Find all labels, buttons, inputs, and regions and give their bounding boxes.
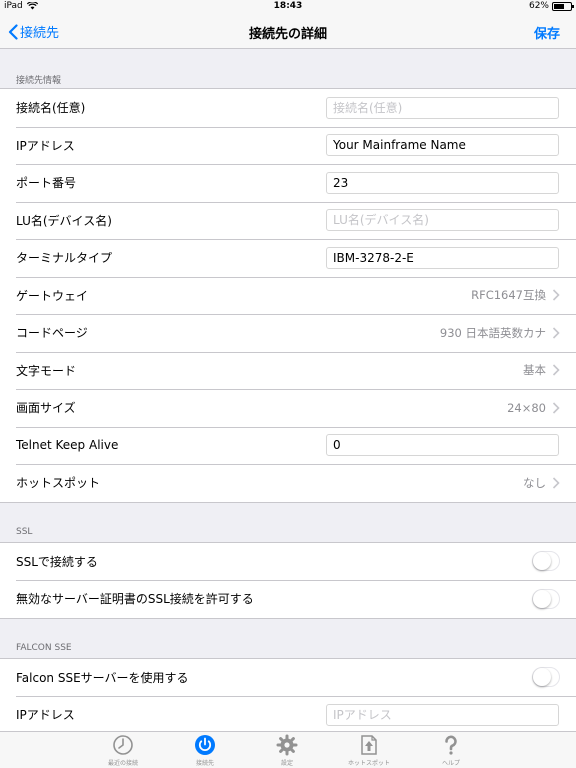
tab-help[interactable]: ヘルプ	[421, 734, 481, 767]
tab-label: ヘルプ	[441, 760, 460, 767]
gear-icon	[276, 734, 298, 756]
gateway-value: RFC1647互換	[471, 288, 546, 303]
battery-fill	[554, 3, 564, 9]
connection-name-input[interactable]	[326, 96, 559, 119]
chevron-right-icon	[552, 364, 560, 376]
row-label: ホットスポット	[16, 476, 101, 491]
row-gateway[interactable]: ゲートウェイ RFC1647互換	[0, 276, 576, 315]
tab-label: ホットスポット	[347, 760, 390, 767]
toggle-knob	[533, 668, 551, 687]
row-char-mode[interactable]: 文字モード 基本	[0, 351, 576, 390]
ip-address-input[interactable]	[326, 134, 559, 157]
row-label: ゲートウェイ	[16, 288, 89, 303]
row-label: コードページ	[16, 326, 88, 341]
tab-hotspot[interactable]: ホットスポット	[339, 734, 399, 767]
row-code-page[interactable]: コードページ 930 日本語英数カナ	[0, 314, 576, 352]
tab-label: 接続先	[195, 760, 214, 767]
code-page-value: 930 日本語英数カナ	[439, 325, 546, 340]
row-label: Falcon SSEサーバーを使用する	[16, 670, 189, 685]
battery-icon	[552, 1, 574, 11]
tab-bar: 最近の接続 接続先 設定 ホットスポット ヘルプ	[0, 731, 576, 768]
lu-name-input[interactable]	[326, 209, 559, 232]
clock-icon	[113, 735, 133, 755]
group-ssl: SSLで接続する 無効なサーバー証明書のSSL接続を許可する	[0, 541, 576, 619]
port-input[interactable]	[326, 171, 559, 194]
row-keep-alive: Telnet Keep Alive	[0, 426, 576, 465]
status-time: 18:43	[273, 1, 303, 11]
char-mode-value: 基本	[523, 363, 546, 378]
page-title: 接続先の詳細	[248, 27, 327, 42]
falcon-ip-input[interactable]	[326, 703, 559, 726]
section-header-info: 接続先情報	[16, 76, 62, 86]
row-connection-name: 接続名(任意)	[0, 89, 576, 127]
row-lu-name: LU名(デバイス名)	[0, 201, 576, 240]
row-port: ポート番号	[0, 164, 576, 202]
group-falcon: Falcon SSEサーバーを使用する IPアドレス	[0, 657, 576, 731]
hotspot-value: なし	[523, 475, 546, 490]
tab-settings[interactable]: 設定	[257, 734, 317, 767]
row-ssl-invalid-cert: 無効なサーバー証明書のSSL接続を許可する	[0, 580, 576, 618]
screen-size-value: 24×80	[507, 400, 546, 415]
row-hotspot[interactable]: ホットスポット なし	[0, 464, 576, 502]
tab-connections[interactable]: 接続先	[175, 734, 235, 767]
tab-label: 最近の接続	[107, 760, 138, 767]
row-ip-address: IPアドレス	[0, 126, 576, 165]
battery-percent: 62%	[528, 1, 549, 11]
status-right: 62%	[528, 1, 574, 11]
row-label: 無効なサーバー証明書のSSL接続を許可する	[16, 592, 254, 607]
hotspot-icon	[361, 735, 377, 755]
help-icon	[445, 735, 457, 755]
keep-alive-input[interactable]	[326, 434, 559, 457]
settings-list[interactable]: 接続先情報 接続名(任意) IPアドレス ポート番号 LU名(デバイス名) ター…	[0, 49, 576, 731]
row-label: 画面サイズ	[16, 401, 76, 416]
chevron-right-icon	[552, 477, 560, 489]
row-falcon-use-server: Falcon SSEサーバーを使用する	[0, 659, 576, 697]
row-falcon-ip: IPアドレス	[0, 696, 576, 731]
row-label: 文字モード	[16, 363, 77, 378]
row-ssl-connect: SSLで接続する	[0, 543, 576, 581]
falcon-server-toggle[interactable]	[532, 667, 560, 688]
ssl-connect-toggle[interactable]	[532, 551, 560, 572]
section-header-ssl: SSL	[16, 526, 33, 537]
toggle-knob	[533, 589, 551, 608]
tab-recent[interactable]: 最近の接続	[93, 734, 153, 767]
chevron-right-icon	[552, 327, 560, 339]
status-bar: iPad 18:43 62%	[0, 0, 576, 14]
navigation-bar: 接続先 接続先の詳細 保存	[0, 14, 576, 49]
chevron-right-icon	[552, 289, 560, 301]
tab-label: 設定	[280, 760, 293, 767]
chevron-right-icon	[552, 402, 560, 414]
power-icon	[195, 735, 215, 755]
section-header-falcon: FALCON SSE	[16, 642, 72, 653]
terminal-type-input[interactable]	[326, 246, 559, 269]
row-screen-size[interactable]: 画面サイズ 24×80	[0, 389, 576, 427]
ssl-invalid-cert-toggle[interactable]	[532, 588, 560, 609]
row-label: SSLで接続する	[16, 554, 98, 569]
toggle-knob	[533, 552, 551, 571]
row-terminal-type: ターミナルタイプ	[0, 239, 576, 277]
save-button[interactable]: 保存	[534, 23, 560, 42]
group-info: 接続名(任意) IPアドレス ポート番号 LU名(デバイス名) ターミナルタイプ…	[0, 88, 576, 503]
